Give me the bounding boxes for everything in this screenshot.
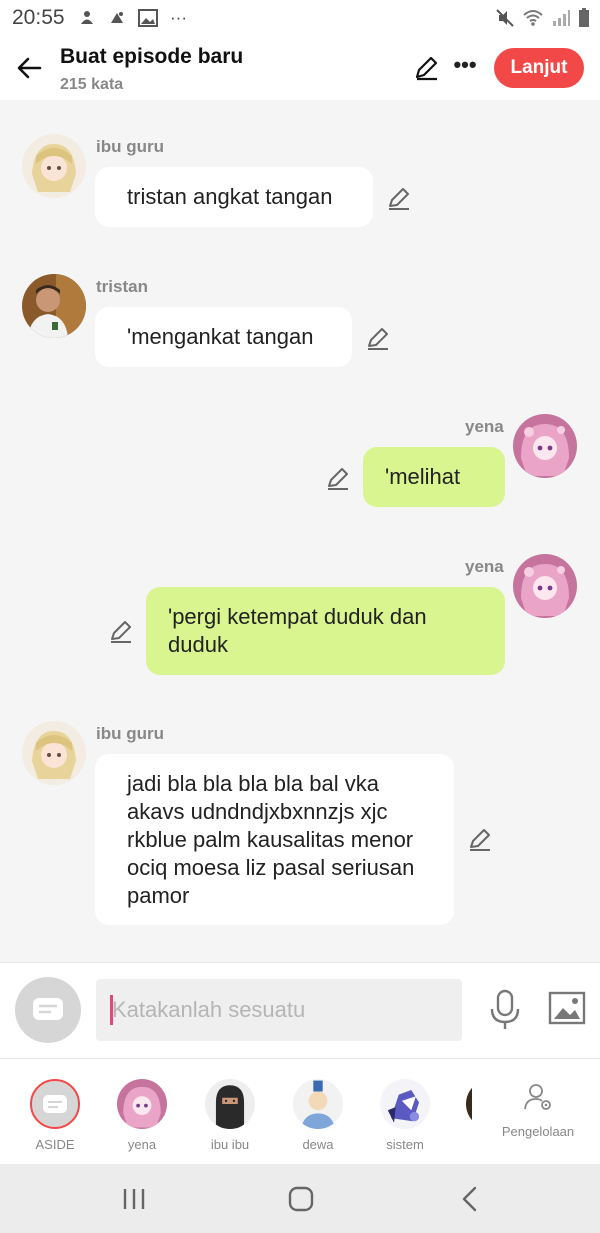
character-label: ASIDE bbox=[35, 1137, 75, 1152]
avatar[interactable] bbox=[22, 274, 86, 338]
manage-characters-button[interactable]: Pengelolaan bbox=[496, 1081, 580, 1139]
message-bubble[interactable]: 'pergi ketempat duduk dan duduk bbox=[146, 587, 505, 675]
character-label: sistem bbox=[386, 1137, 424, 1152]
image-icon bbox=[138, 9, 158, 27]
more-icon: ··· bbox=[170, 8, 187, 27]
character-yena[interactable]: yena bbox=[102, 1079, 182, 1152]
user-settings-icon bbox=[524, 1084, 551, 1110]
speaker-name: ibu guru bbox=[96, 137, 164, 156]
message-bubble[interactable]: tristan angkat tangan bbox=[95, 167, 373, 227]
word-count: 215 kata bbox=[60, 76, 124, 93]
mute-icon bbox=[496, 9, 514, 27]
header: Buat episode baru 215 kata ••• Lanjut bbox=[0, 36, 600, 100]
chat-message: ibu guru tristan angkat tangan bbox=[0, 100, 600, 240]
speaker-name: yena bbox=[465, 417, 504, 436]
aside-toggle-button[interactable] bbox=[15, 977, 81, 1043]
avatar bbox=[293, 1079, 343, 1129]
edit-pencil-icon[interactable] bbox=[107, 617, 135, 645]
character-sistem[interactable]: sistem bbox=[365, 1079, 445, 1152]
speaker-name: yena bbox=[465, 557, 504, 576]
input-placeholder: Katakanlah sesuatu bbox=[112, 997, 306, 1022]
status-bar: 20:55 ··· bbox=[0, 0, 600, 36]
chat-message: yena 'pergi ketempat duduk dan duduk bbox=[0, 520, 600, 695]
character-label: yena bbox=[127, 1137, 157, 1152]
message-bubble[interactable]: 'mengankat tangan bbox=[95, 307, 352, 367]
character-ibu-ibu[interactable]: ibu ibu bbox=[190, 1079, 270, 1152]
speaker-name: tristan bbox=[96, 277, 148, 296]
edit-pencil-icon[interactable] bbox=[364, 324, 392, 352]
notification-icon bbox=[111, 12, 123, 23]
avatar[interactable] bbox=[22, 721, 86, 785]
pencil-icon[interactable] bbox=[412, 52, 442, 82]
avatar[interactable] bbox=[22, 134, 86, 198]
more-options-icon[interactable]: ••• bbox=[450, 52, 480, 82]
speaker-name: ibu guru bbox=[96, 724, 164, 743]
chat-bubble-icon bbox=[43, 1095, 67, 1113]
chat-area[interactable]: ibu guru tristan angkat tangan tristan '… bbox=[0, 100, 600, 962]
notification-icon bbox=[81, 11, 93, 24]
image-upload-icon[interactable] bbox=[548, 991, 586, 1025]
edit-pencil-icon[interactable] bbox=[385, 184, 413, 212]
character-label: dewa bbox=[302, 1137, 334, 1152]
status-time: 20:55 bbox=[12, 6, 65, 29]
signal-icon bbox=[553, 10, 570, 26]
character-selector: ASIDE yena ibu ibu dewa sistem Pengelola… bbox=[0, 1058, 600, 1164]
avatar[interactable] bbox=[513, 414, 577, 478]
microphone-icon[interactable] bbox=[488, 989, 522, 1031]
avatar[interactable] bbox=[513, 554, 577, 618]
avatar bbox=[205, 1079, 255, 1129]
message-bubble[interactable]: 'melihat bbox=[363, 447, 505, 507]
home-icon[interactable] bbox=[288, 1186, 314, 1212]
recent-apps-icon[interactable] bbox=[122, 1188, 146, 1210]
page-title: Buat episode baru bbox=[60, 45, 244, 68]
manage-label: Pengelolaan bbox=[501, 1124, 575, 1139]
chat-bubble-icon bbox=[33, 998, 63, 1020]
character-partial[interactable] bbox=[466, 1079, 472, 1129]
character-aside[interactable]: ASIDE bbox=[15, 1079, 95, 1152]
battery-icon bbox=[579, 8, 589, 27]
character-label: ibu ibu bbox=[210, 1137, 250, 1152]
edit-pencil-icon[interactable] bbox=[324, 464, 352, 492]
chat-message: yena 'melihat bbox=[0, 380, 600, 520]
message-bubble[interactable]: jadi bla bla bla bla bal vka akavs udndn… bbox=[95, 754, 454, 925]
chat-message: tristan 'mengankat tangan bbox=[0, 240, 600, 380]
next-button[interactable]: Lanjut bbox=[494, 48, 584, 88]
message-input-bar: Katakanlah sesuatu bbox=[0, 962, 600, 1058]
nav-back-icon[interactable] bbox=[460, 1186, 480, 1212]
avatar bbox=[380, 1079, 430, 1129]
character-dewa[interactable]: dewa bbox=[278, 1079, 358, 1152]
avatar bbox=[117, 1079, 167, 1129]
message-input[interactable]: Katakanlah sesuatu bbox=[96, 979, 462, 1041]
avatar bbox=[30, 1079, 80, 1129]
wifi-icon bbox=[523, 10, 543, 26]
chat-message: ibu guru jadi bla bla bla bla bal vka ak… bbox=[0, 695, 600, 935]
system-nav-bar bbox=[0, 1164, 600, 1233]
edit-pencil-icon[interactable] bbox=[466, 825, 494, 853]
back-arrow-icon[interactable] bbox=[14, 52, 46, 84]
